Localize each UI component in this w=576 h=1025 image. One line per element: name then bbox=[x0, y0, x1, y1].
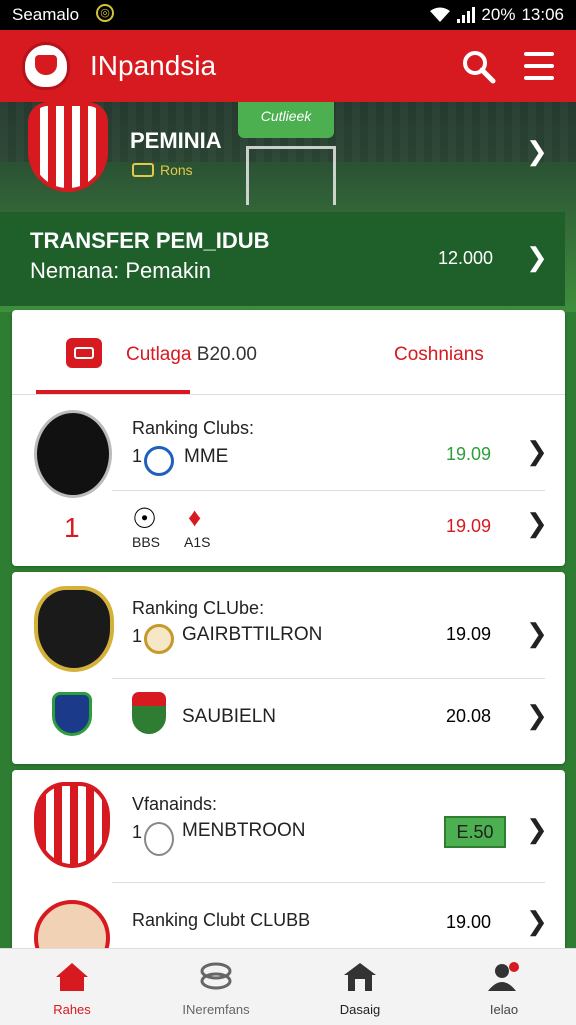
menu-icon[interactable] bbox=[524, 52, 554, 80]
divider bbox=[112, 678, 545, 679]
rank-number: 1 bbox=[132, 446, 143, 466]
status-bar: Seamalo ◎ 20% 13:06 bbox=[0, 0, 576, 30]
divider bbox=[112, 490, 545, 491]
ranking-card-3: Vfanainds: 1 MENBTROON E.50 ❯ Ranking Cl… bbox=[12, 770, 565, 976]
row-heading: Vfanainds: bbox=[132, 794, 218, 814]
row-heading: Ranking Clubt CLUBB bbox=[132, 910, 311, 930]
club-badge bbox=[34, 410, 112, 498]
battery-level: 20% bbox=[481, 5, 516, 24]
club-name: GAIRBTTILRON bbox=[182, 624, 323, 645]
club-value: 19.00 bbox=[446, 912, 492, 932]
row-heading: Ranking Clubs: bbox=[132, 418, 255, 438]
carrier-name: Seamalo bbox=[12, 5, 80, 24]
chevron-right-icon[interactable]: ❯ bbox=[526, 136, 548, 167]
divider bbox=[112, 882, 545, 883]
transfer-subtitle: Nemana: Pemakin bbox=[30, 258, 211, 283]
club-crest bbox=[28, 102, 108, 192]
club-value: 19.09 bbox=[446, 624, 492, 644]
chevron-right-icon[interactable]: ❯ bbox=[526, 700, 548, 731]
club-title: PEMINIA bbox=[130, 128, 222, 153]
player-badge bbox=[34, 586, 114, 672]
nav-barn[interactable]: Dasaig bbox=[288, 949, 432, 1025]
club-name: SAUBIELN bbox=[182, 706, 276, 727]
home-icon bbox=[56, 963, 88, 991]
chevron-right-icon[interactable]: ❯ bbox=[526, 906, 548, 937]
club-subtitle: Rons bbox=[132, 162, 193, 178]
divider bbox=[12, 394, 565, 395]
tab-cutlaga[interactable]: Cutlaga B20.00 bbox=[126, 344, 257, 366]
chevron-right-icon[interactable]: ❯ bbox=[526, 618, 548, 649]
clock: 13:06 bbox=[521, 5, 564, 24]
club-icon bbox=[144, 822, 174, 856]
tab-coshnians[interactable]: Coshnians bbox=[394, 344, 484, 366]
bottom-navigation: Rahes INeremfans Dasaig Ielao bbox=[0, 948, 576, 1025]
club-badge bbox=[34, 782, 110, 868]
nav-label: Ielao bbox=[489, 1002, 519, 1017]
tab-cutlaga-label: Cutlaga bbox=[126, 344, 192, 365]
tab-cutlaga-value: B20.00 bbox=[196, 344, 258, 365]
transfer-title: TRANSFER PEM_IDUB bbox=[30, 228, 270, 253]
search-icon[interactable] bbox=[460, 48, 496, 84]
app-bar: INpandsia bbox=[0, 30, 576, 102]
club-value: 20.08 bbox=[446, 706, 492, 726]
chevron-right-icon[interactable]: ❯ bbox=[526, 242, 548, 273]
ranking-card-2: Ranking CLUbe: 1 GAIRBTTILRON 19.09 ❯ SA… bbox=[12, 572, 565, 764]
transfer-value: 12.000 bbox=[438, 248, 494, 268]
goal-post-graphic bbox=[246, 146, 336, 205]
club-shield-icon bbox=[52, 692, 92, 736]
club-icon: ♦ bbox=[188, 502, 202, 532]
app-title: INpandsia bbox=[90, 50, 217, 81]
nav-label: Dasaig bbox=[339, 1002, 381, 1017]
value-badge: E.50 bbox=[444, 816, 506, 848]
nav-home[interactable]: Rahes bbox=[0, 949, 144, 1025]
barn-icon bbox=[344, 963, 376, 991]
club-value: 19.09 bbox=[446, 516, 492, 536]
rank-number: 1 bbox=[132, 822, 143, 842]
club-label: BBS bbox=[132, 534, 161, 550]
promo-badge[interactable]: Cutlieek bbox=[238, 102, 334, 138]
nav-transfers[interactable]: INeremfans bbox=[144, 949, 288, 1025]
club-name: MME bbox=[184, 446, 229, 467]
chevron-right-icon[interactable]: ❯ bbox=[526, 508, 548, 539]
signal-icon bbox=[457, 7, 476, 23]
nav-label: Rahes bbox=[53, 1002, 91, 1017]
row-heading: Ranking CLUbe: bbox=[132, 598, 265, 618]
nav-profile[interactable]: Ielao bbox=[432, 949, 576, 1025]
transfers-icon bbox=[200, 962, 232, 990]
rank-number: 1 bbox=[64, 512, 80, 543]
ticket-icon bbox=[66, 338, 102, 368]
hero-banner[interactable]: PEMINIA Rons Cutlieek ❯ TRANSFER PEM_IDU… bbox=[0, 102, 576, 312]
club-icon bbox=[144, 446, 174, 476]
club-name: MENBTROON bbox=[182, 820, 306, 841]
club-shield-icon bbox=[132, 692, 166, 734]
profile-icon bbox=[488, 962, 519, 991]
nav-label: INeremfans bbox=[182, 1002, 250, 1017]
club-label: A1S bbox=[184, 534, 211, 550]
ticket-icon bbox=[132, 163, 154, 177]
ranking-card-1: Cutlaga B20.00 Coshnians Ranking Clubs: … bbox=[12, 310, 565, 566]
club-icon bbox=[144, 624, 174, 654]
club-icon: ☉ bbox=[132, 503, 158, 534]
rank-number: 1 bbox=[132, 626, 143, 646]
chevron-right-icon[interactable]: ❯ bbox=[526, 436, 548, 467]
chevron-right-icon[interactable]: ❯ bbox=[526, 814, 548, 845]
notification-icon: ◎ bbox=[96, 4, 114, 22]
wifi-icon bbox=[430, 7, 451, 22]
club-subtitle-text: Rons bbox=[160, 162, 193, 178]
app-logo[interactable] bbox=[22, 42, 70, 90]
club-value: 19.09 bbox=[446, 444, 492, 464]
